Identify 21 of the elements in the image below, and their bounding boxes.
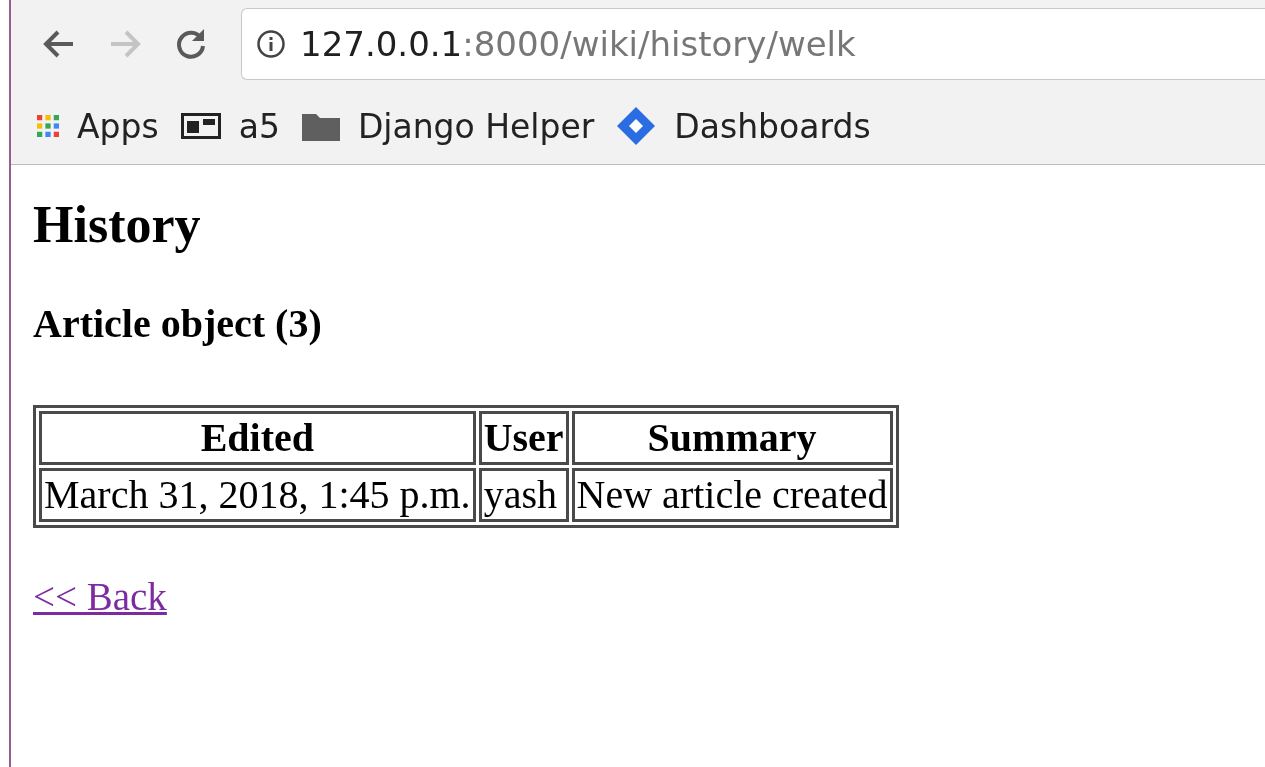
table-cell: yash [478, 468, 569, 522]
address-field[interactable]: 127.0.0.1:8000/wiki/history/welk [241, 8, 1265, 80]
page-subtitle: Article object (3) [33, 300, 323, 347]
bookmark-item[interactable]: Dashboards [616, 106, 871, 146]
folder-icon [301, 111, 340, 141]
table-cell: March 31, 2018, 1:45 p.m. [39, 468, 476, 522]
column-header: Edited [39, 411, 476, 465]
info-icon [256, 29, 286, 59]
page-title: History [33, 195, 202, 254]
back-link[interactable]: << Back [33, 574, 167, 619]
bookmark-item[interactable]: Django Helper [301, 106, 595, 146]
table-cell: New article created [571, 468, 893, 522]
bookmark-item[interactable]: Apps [37, 106, 159, 146]
board-icon [180, 113, 221, 139]
bookmark-item[interactable]: a5 [180, 106, 280, 146]
diamond-icon [616, 106, 657, 146]
apps-grid-icon [37, 115, 59, 137]
url-host: 127.0.0.1 [300, 24, 463, 64]
column-header: User [478, 411, 569, 465]
url-path: :8000/wiki/history/welk [462, 24, 856, 64]
column-header: Summary [571, 411, 893, 465]
